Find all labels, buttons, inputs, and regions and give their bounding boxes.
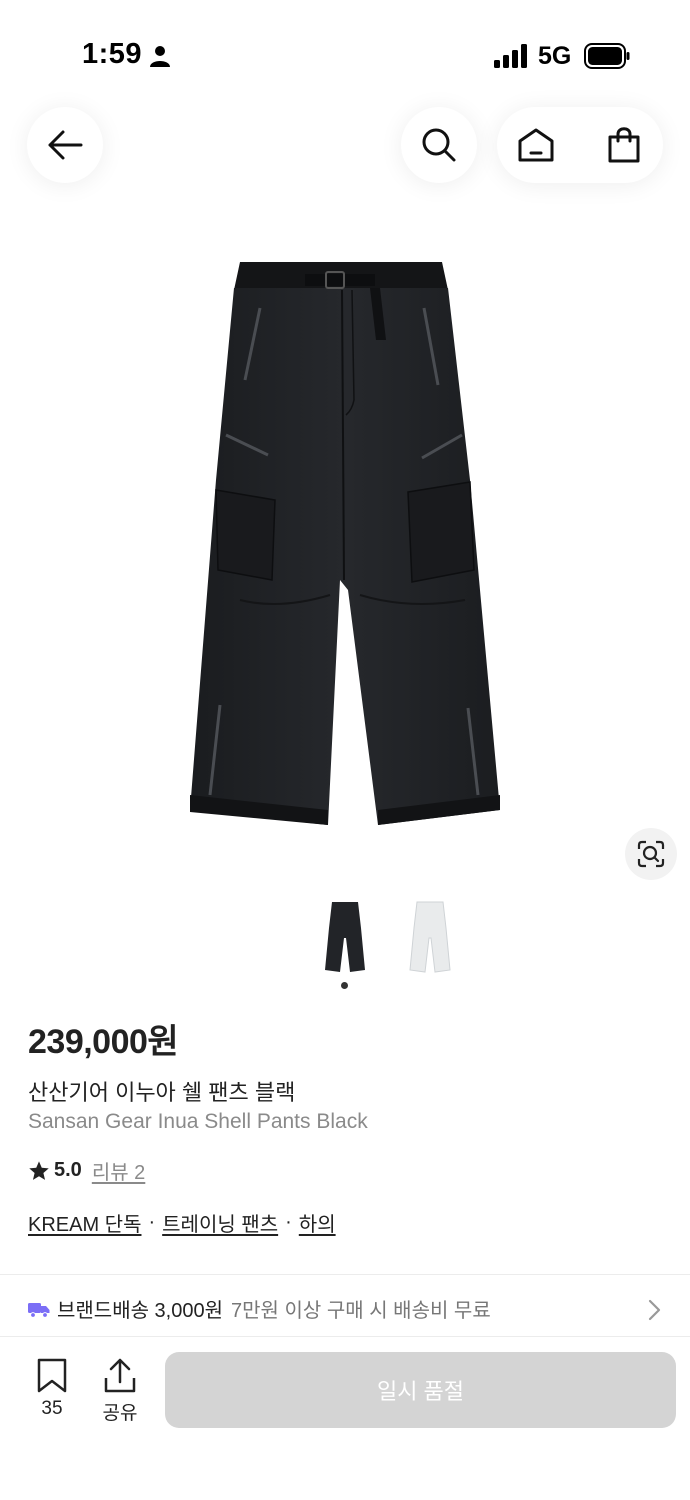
shopping-bag-icon [608, 127, 640, 163]
bookmark-count: 35 [41, 1398, 63, 1419]
cart-button[interactable] [586, 107, 662, 183]
image-search-icon [637, 840, 665, 868]
battery-icon [584, 43, 630, 69]
tag-training-pants[interactable]: 트레이닝 팬츠 [162, 1208, 278, 1237]
tag-separator: · [285, 1211, 292, 1233]
share-button[interactable]: 공유 [96, 1358, 144, 1428]
arrow-left-icon [48, 130, 83, 160]
star-icon [29, 1160, 49, 1180]
person-icon [150, 46, 170, 67]
thumbnail-white[interactable] [402, 898, 458, 976]
review-link[interactable]: 리뷰 2 [92, 1156, 145, 1185]
divider [0, 1336, 690, 1337]
bookmark-icon [37, 1358, 67, 1393]
back-button[interactable] [27, 107, 103, 183]
rating-row: 5.0 리뷰 2 [28, 1156, 145, 1185]
chevron-right-icon[interactable] [646, 1298, 662, 1322]
truck-icon [28, 1302, 50, 1318]
home-button[interactable] [498, 107, 574, 183]
tag-row: KREAM 단독 · 트레이닝 팬츠 · 하의 [28, 1208, 336, 1237]
thumbnail-black[interactable] [317, 898, 373, 976]
product-image [190, 262, 500, 825]
network-type: 5G [538, 42, 572, 70]
carousel-indicator [341, 982, 348, 989]
home-icon [518, 128, 554, 162]
divider [0, 1274, 690, 1275]
rating-value: 5.0 [54, 1159, 82, 1181]
shipping-info[interactable]: 브랜드배송 3,000원 7만원 이상 구매 시 배송비 무료 [28, 1294, 491, 1323]
product-price: 239,000원 [28, 1023, 179, 1061]
shipping-note: 7만원 이상 구매 시 배송비 무료 [231, 1300, 491, 1322]
sold-out-button[interactable]: 일시 품절 [165, 1352, 676, 1428]
product-name-english: Sansan Gear Inua Shell Pants Black [28, 1110, 368, 1133]
signal-icon [494, 44, 527, 68]
tag-separator: · [148, 1211, 156, 1233]
bookmark-button[interactable]: 35 [28, 1358, 76, 1428]
status-time: 1:59 [82, 38, 143, 70]
search-icon [422, 128, 456, 162]
share-icon [104, 1358, 136, 1393]
product-name-korean: 산산기어 이누아 쉘 팬츠 블랙 [28, 1080, 296, 1105]
tag-kream-exclusive[interactable]: KREAM 단독 [28, 1208, 141, 1237]
search-button[interactable] [401, 107, 477, 183]
shipping-label: 브랜드배송 3,000원 [57, 1300, 224, 1322]
image-search-button[interactable] [625, 828, 677, 880]
status-bar: 1:59 5G [0, 0, 690, 110]
share-label: 공유 [102, 1403, 138, 1424]
tag-bottoms[interactable]: 하의 [299, 1208, 336, 1237]
